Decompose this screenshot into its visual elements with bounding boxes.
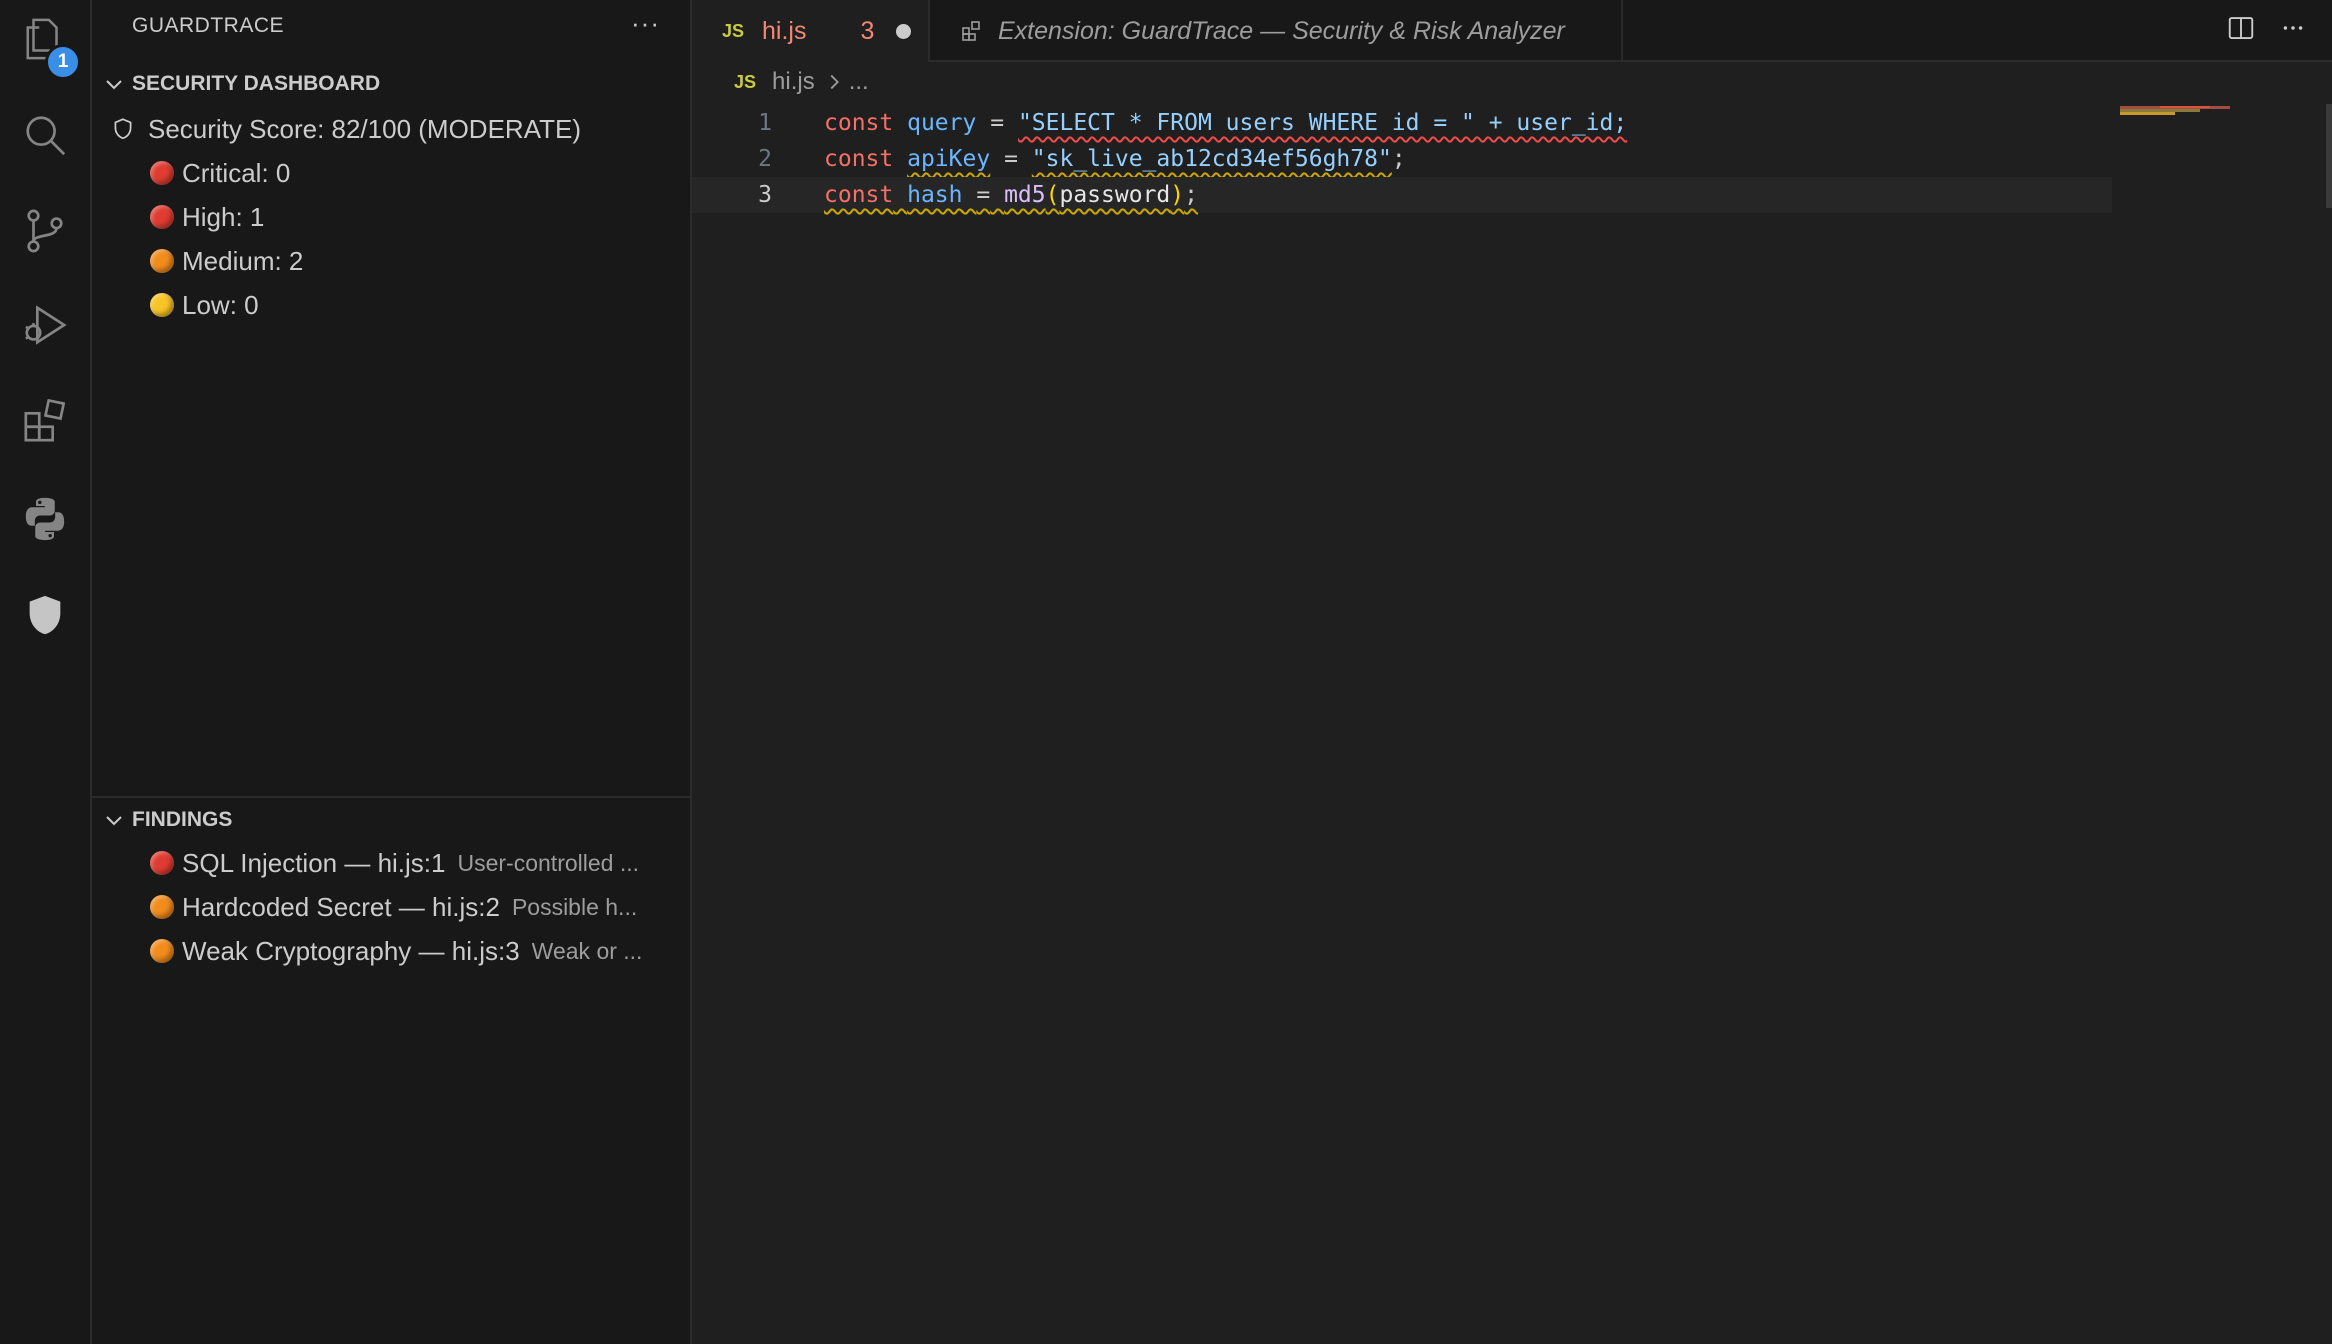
code-line[interactable]: 2 const apiKey = "sk_live_ab12cd34ef56gh… (692, 141, 2112, 177)
severity-critical-row[interactable]: Critical: 0 (92, 151, 748, 195)
keyword: const (824, 110, 894, 136)
findings-header[interactable]: FINDINGS (92, 800, 690, 840)
run-debug-icon (25, 305, 67, 345)
red-circle-icon (150, 161, 174, 185)
operator: = (990, 110, 1005, 136)
finding-description: Weak or ... (531, 937, 643, 964)
source-control-button[interactable] (0, 196, 90, 266)
code-line-current[interactable]: 3 const hash = md5(password); (692, 177, 2112, 213)
scrollbar-thumb[interactable] (2326, 104, 2332, 208)
shield-icon (29, 595, 61, 635)
unsaved-dot-icon[interactable] (896, 23, 912, 39)
severity-label: Low: 0 (182, 289, 259, 320)
sidebar: GUARDTRACE ··· SECURITY DASHBOARD Securi… (92, 0, 692, 1344)
finding-label: Weak Cryptography — hi.js:3 (182, 935, 520, 966)
js-file-icon: JS (722, 20, 745, 41)
finding-description: User-controlled ... (457, 849, 640, 876)
operator: = (976, 182, 991, 208)
orange-circle-icon (150, 895, 174, 919)
semicolon: ; (1391, 146, 1406, 172)
section-title: FINDINGS (132, 808, 233, 831)
code-text: const query = "SELECT * FROM users WHERE… (824, 105, 1627, 141)
shield-outline-icon (114, 118, 132, 140)
paren: ) (1170, 182, 1185, 208)
chevron-down-icon (106, 816, 122, 826)
keyword: const (824, 146, 894, 172)
finding-item[interactable]: Hardcoded Secret — hi.js:2 Possible h... (92, 885, 690, 929)
tab-extension-guardtrace[interactable]: Extension: GuardTrace — Security & Risk … (932, 0, 1623, 62)
tab-bar: JS hi.js 3 Extension: GuardTrace — Secur… (692, 0, 2332, 62)
split-editor-icon[interactable] (2226, 13, 2256, 43)
chevron-right-icon (830, 74, 839, 90)
search-button[interactable] (0, 100, 90, 170)
editor-area: JS hi.js 3 Extension: GuardTrace — Secur… (692, 0, 2332, 1344)
minimap[interactable] (2120, 104, 2310, 124)
guardtrace-button[interactable] (0, 580, 90, 650)
finding-item[interactable]: SQL Injection — hi.js:1 User-controlled … (92, 841, 690, 885)
more-actions-button[interactable]: ··· (631, 8, 660, 39)
problem-count: 3 (860, 16, 875, 45)
breadcrumb-symbol[interactable]: ... (849, 68, 869, 96)
severity-label: Critical: 0 (182, 157, 291, 188)
section-title: SECURITY DASHBOARD (132, 72, 381, 95)
line-number: 1 (758, 110, 772, 136)
more-actions-icon[interactable] (2280, 15, 2306, 41)
identifier: apiKey (907, 146, 991, 172)
severity-label: High: 1 (182, 201, 265, 232)
chevron-down-icon (106, 80, 122, 90)
severity-high-row[interactable]: High: 1 (92, 195, 748, 239)
extensions-icon (24, 398, 66, 442)
sidebar-title: GUARDTRACE (132, 14, 285, 37)
editor-actions (2226, 0, 2332, 56)
extensions-button[interactable] (0, 386, 90, 456)
severity-low-row[interactable]: Low: 0 (92, 283, 748, 327)
operator: = (1004, 146, 1018, 172)
severity-medium-row[interactable]: Medium: 2 (92, 239, 748, 283)
red-circle-icon (150, 205, 174, 229)
search-icon (26, 116, 66, 156)
line-number: 2 (758, 146, 772, 172)
breadcrumb: JS hi.js ... (734, 68, 869, 96)
identifier: hash (907, 182, 963, 208)
vertical-scrollbar[interactable] (2328, 62, 2332, 1344)
paren: ( (1045, 182, 1060, 208)
finding-item[interactable]: Weak Cryptography — hi.js:3 Weak or ... (92, 929, 690, 973)
security-dashboard-header[interactable]: SECURITY DASHBOARD (92, 64, 690, 104)
string-literal: "SELECT * FROM users WHERE id = " + user… (1017, 110, 1628, 136)
severity-label: Medium: 2 (182, 245, 304, 276)
yellow-circle-icon (150, 293, 174, 317)
finding-description: Possible h... (511, 893, 638, 920)
code-text: const hash = md5(password); (824, 177, 1198, 213)
security-score-label: Security Score: 82/100 (MODERATE) (148, 113, 581, 144)
run-debug-button[interactable] (0, 290, 90, 360)
python-button[interactable] (0, 484, 90, 554)
identifier: password (1059, 182, 1171, 208)
finding-label: SQL Injection — hi.js:1 (182, 847, 446, 878)
code-text: const apiKey = "sk_live_ab12cd34ef56gh78… (824, 141, 1406, 177)
string-literal: "sk_live_ab12cd34ef56gh78" (1031, 146, 1392, 172)
tab-hi-js[interactable]: JS hi.js 3 (692, 0, 930, 62)
activity-bar: 1 (0, 0, 92, 1344)
explorer-button[interactable]: 1 (0, 4, 90, 80)
explorer-badge: 1 (45, 44, 81, 80)
line-number: 3 (758, 182, 772, 208)
orange-circle-icon (150, 249, 174, 273)
tab-label: hi.js (762, 16, 807, 45)
keyword: const (824, 182, 894, 208)
security-score-row[interactable]: Security Score: 82/100 (MODERATE) (92, 107, 690, 151)
finding-label: Hardcoded Secret — hi.js:2 (182, 891, 500, 922)
function-name: md5 (1004, 182, 1046, 208)
tab-label: Extension: GuardTrace — Security & Risk … (998, 16, 1565, 45)
breadcrumb-file[interactable]: hi.js (772, 68, 815, 96)
red-circle-icon (150, 851, 174, 875)
source-control-icon (27, 209, 63, 253)
orange-circle-icon (150, 939, 174, 963)
extensions-icon (962, 21, 980, 41)
python-icon (25, 497, 65, 541)
js-file-icon: JS (734, 71, 757, 92)
code-line[interactable]: 1 const query = "SELECT * FROM users WHE… (692, 105, 2112, 141)
panel-divider[interactable] (92, 796, 690, 798)
semicolon: ; (1184, 182, 1198, 208)
identifier: query (907, 110, 977, 136)
